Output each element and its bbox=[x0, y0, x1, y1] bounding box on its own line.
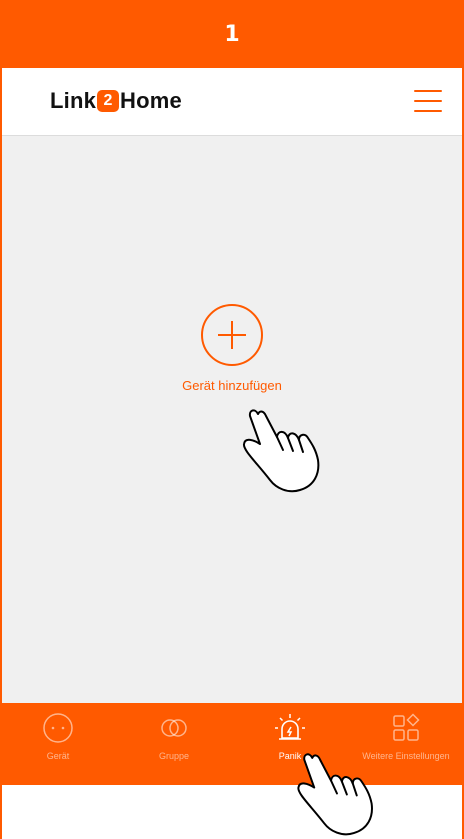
hamburger-menu-icon[interactable] bbox=[414, 90, 442, 112]
bottom-blank-area bbox=[0, 785, 464, 839]
device-list-area: Gerät hinzufügen bbox=[0, 136, 464, 703]
tab-device[interactable]: Gerät bbox=[0, 703, 116, 785]
tab-panic-label: Panik bbox=[278, 751, 302, 761]
brand-logo: Link 2 Home bbox=[50, 88, 182, 114]
brand-text-home: Home bbox=[120, 88, 182, 113]
add-device-button[interactable]: Gerät hinzufügen bbox=[150, 304, 314, 404]
tab-device-label: Gerät bbox=[46, 751, 70, 761]
step-number: 1 bbox=[224, 21, 240, 47]
tab-more-settings[interactable]: Weitere Einstellungen bbox=[348, 703, 464, 785]
bottom-tab-bar: Gerät Gruppe Panik Weitere Einstellungen bbox=[0, 703, 464, 785]
brand-badge: 2 bbox=[97, 90, 120, 112]
add-device-label[interactable]: Gerät hinzufügen bbox=[182, 378, 282, 393]
apps-grid-icon bbox=[393, 713, 420, 741]
app-header: Link 2 Home bbox=[0, 68, 464, 136]
plus-circle-icon[interactable] bbox=[201, 304, 263, 366]
tab-panic[interactable]: Panik bbox=[232, 703, 348, 785]
socket-icon bbox=[43, 713, 73, 743]
tab-group[interactable]: Gruppe bbox=[116, 703, 232, 785]
step-number-banner: 1 bbox=[0, 0, 464, 68]
alarm-siren-icon bbox=[275, 714, 305, 740]
link-rings-icon bbox=[161, 719, 187, 737]
tab-more-settings-label: Weitere Einstellungen bbox=[362, 751, 450, 761]
brand-text-link: Link bbox=[50, 88, 97, 113]
tab-group-label: Gruppe bbox=[158, 751, 190, 761]
